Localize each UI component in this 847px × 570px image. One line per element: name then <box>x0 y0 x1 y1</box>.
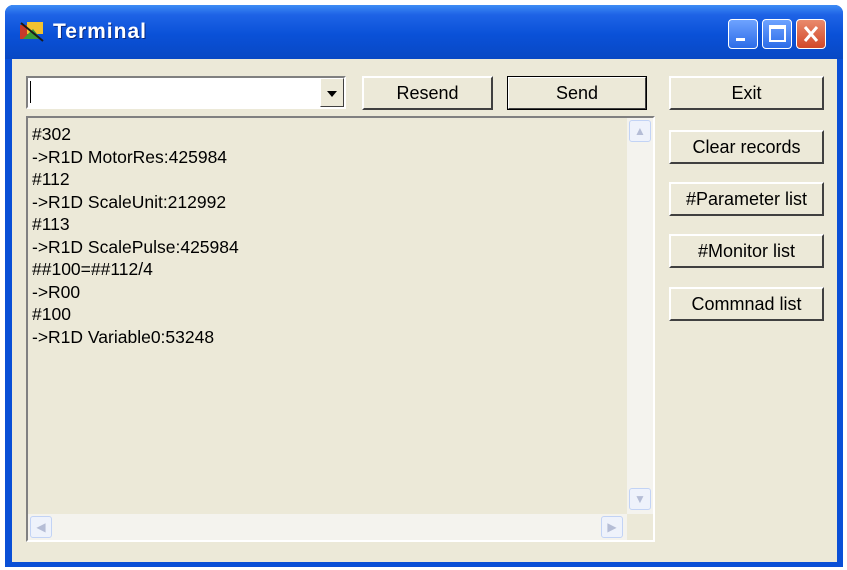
send-label: Send <box>555 83 599 103</box>
client-area: Resend Send Exit Clear records #Paramete… <box>12 59 837 562</box>
minimize-button[interactable] <box>728 19 758 49</box>
app-icon <box>20 22 44 42</box>
command-list-label: Commnad list <box>691 294 802 314</box>
log-line: ->R1D MotorRes:425984 <box>32 146 228 167</box>
exit-label: Exit <box>731 83 762 103</box>
log-line: #112 <box>32 169 70 189</box>
vertical-scrollbar[interactable]: ▲ ▼ <box>627 118 653 514</box>
title-bar[interactable]: Terminal <box>5 5 843 59</box>
log-line: ->R1D ScaleUnit:212992 <box>32 191 227 212</box>
log-line: ->R00 <box>32 281 81 302</box>
scroll-up-icon[interactable]: ▲ <box>629 120 651 142</box>
resend-button[interactable]: Resend <box>362 76 493 110</box>
log-line: ##100=##112/4 <box>32 259 153 279</box>
terminal-window: Terminal Resend Send Exit Clear records … <box>5 5 843 567</box>
log-line: ->R1D Variable0:53248 <box>32 326 215 347</box>
monitor-list-label: #Monitor list <box>697 241 796 261</box>
log-line: ->R1D ScalePulse:425984 <box>32 236 239 257</box>
close-icon <box>803 26 819 42</box>
log-area[interactable]: #302 ->R1D MotorRes:425984 #112 ->R1D Sc… <box>26 116 655 542</box>
minimize-icon <box>736 38 745 41</box>
parameter-list-button[interactable]: #Parameter list <box>669 182 824 216</box>
send-button[interactable]: Send <box>507 76 647 110</box>
parameter-list-label: #Parameter list <box>685 189 808 209</box>
maximize-icon <box>769 25 786 42</box>
chevron-down-icon[interactable] <box>320 78 344 107</box>
scrollbar-corner <box>627 514 653 540</box>
maximize-button[interactable] <box>762 19 792 49</box>
log-lines: #302 ->R1D MotorRes:425984 #112 ->R1D Sc… <box>32 123 239 348</box>
log-line: #100 <box>32 304 71 324</box>
text-caret <box>30 81 31 103</box>
horizontal-scrollbar[interactable]: ◀ ▶ <box>28 514 627 540</box>
resend-label: Resend <box>396 83 459 103</box>
exit-button[interactable]: Exit <box>669 76 824 110</box>
clear-records-label: Clear records <box>692 137 801 157</box>
log-line: #113 <box>32 214 70 234</box>
monitor-list-button[interactable]: #Monitor list <box>669 234 824 268</box>
close-button[interactable] <box>796 19 826 49</box>
scroll-down-icon[interactable]: ▼ <box>629 488 651 510</box>
window-title: Terminal <box>53 20 147 43</box>
scroll-left-icon[interactable]: ◀ <box>30 516 52 538</box>
log-line: #302 <box>32 124 71 144</box>
command-list-button[interactable]: Commnad list <box>669 287 824 321</box>
clear-records-button[interactable]: Clear records <box>669 130 824 164</box>
command-input[interactable] <box>26 76 346 109</box>
scroll-right-icon[interactable]: ▶ <box>601 516 623 538</box>
